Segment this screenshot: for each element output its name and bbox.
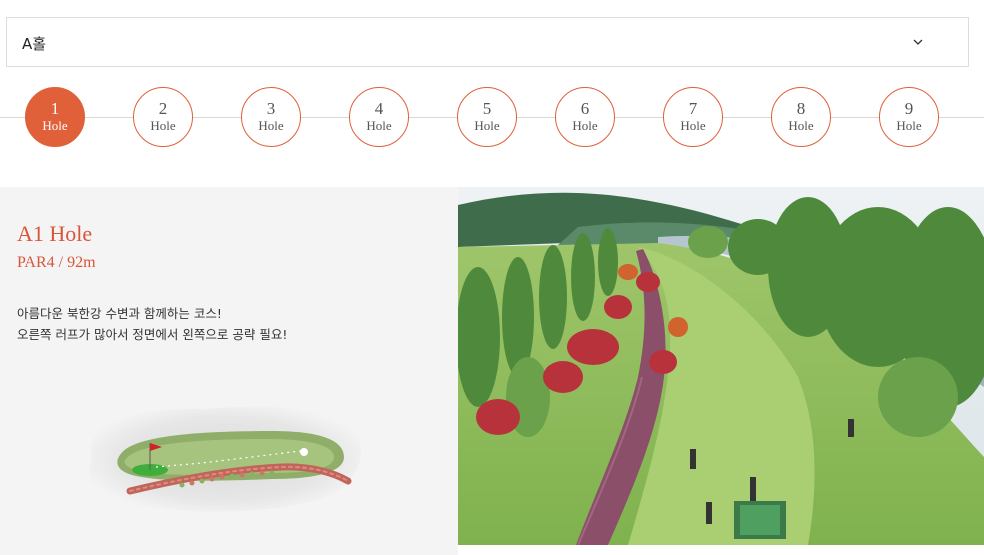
hole-label: Hole bbox=[366, 118, 392, 133]
hole-nav: 1 Hole 2 Hole 3 Hole 4 Hole 5 Hole 6 Hol… bbox=[0, 85, 984, 151]
hole-button-7[interactable]: 7 Hole bbox=[663, 87, 723, 147]
hole-group-select[interactable]: A홀 bbox=[6, 17, 969, 67]
hole-label: Hole bbox=[474, 118, 500, 133]
hole-number: 6 bbox=[580, 99, 590, 118]
hole-number: 9 bbox=[904, 99, 914, 118]
hole-button-4[interactable]: 4 Hole bbox=[349, 87, 409, 147]
hole-number: 7 bbox=[688, 99, 698, 118]
hole-button-6[interactable]: 6 Hole bbox=[555, 87, 615, 147]
hole-label: Hole bbox=[788, 118, 814, 133]
hole-description: 아름다운 북한강 수변과 함께하는 코스! 오른쪽 러프가 많아서 정면에서 왼… bbox=[17, 303, 287, 345]
hole-label: Hole bbox=[572, 118, 598, 133]
hole-number: 1 bbox=[50, 99, 60, 118]
hole-button-9[interactable]: 9 Hole bbox=[879, 87, 939, 147]
chevron-down-icon bbox=[913, 39, 923, 45]
hole-number: 4 bbox=[374, 99, 384, 118]
hole-par: PAR4 / 92m bbox=[17, 254, 96, 271]
hole-button-8[interactable]: 8 Hole bbox=[771, 87, 831, 147]
description-line: 아름다운 북한강 수변과 함께하는 코스! bbox=[17, 306, 222, 321]
hole-button-5[interactable]: 5 Hole bbox=[457, 87, 517, 147]
course-layout-map bbox=[89, 406, 362, 512]
description-line: 오른쪽 러프가 많아서 정면에서 왼쪽으로 공략 필요! bbox=[17, 327, 288, 342]
hole-title: A1 Hole bbox=[17, 221, 93, 246]
hole-number: 8 bbox=[796, 99, 806, 118]
hole-info-panel: A1 Hole PAR4 / 92m 아름다운 북한강 수변과 함께하는 코스!… bbox=[0, 187, 458, 555]
hole-photo bbox=[458, 187, 984, 545]
hole-button-3[interactable]: 3 Hole bbox=[241, 87, 301, 147]
hole-button-2[interactable]: 2 Hole bbox=[133, 87, 193, 147]
hole-number: 5 bbox=[482, 99, 492, 118]
select-value: A홀 bbox=[22, 35, 47, 53]
hole-label: Hole bbox=[258, 118, 284, 133]
hole-label: Hole bbox=[150, 118, 176, 133]
hole-label: Hole bbox=[42, 118, 68, 133]
hole-button-1[interactable]: 1 Hole bbox=[25, 87, 85, 147]
hole-number: 3 bbox=[266, 99, 276, 118]
hole-label: Hole bbox=[680, 118, 706, 133]
hole-number: 2 bbox=[158, 99, 168, 118]
hole-label: Hole bbox=[896, 118, 922, 133]
